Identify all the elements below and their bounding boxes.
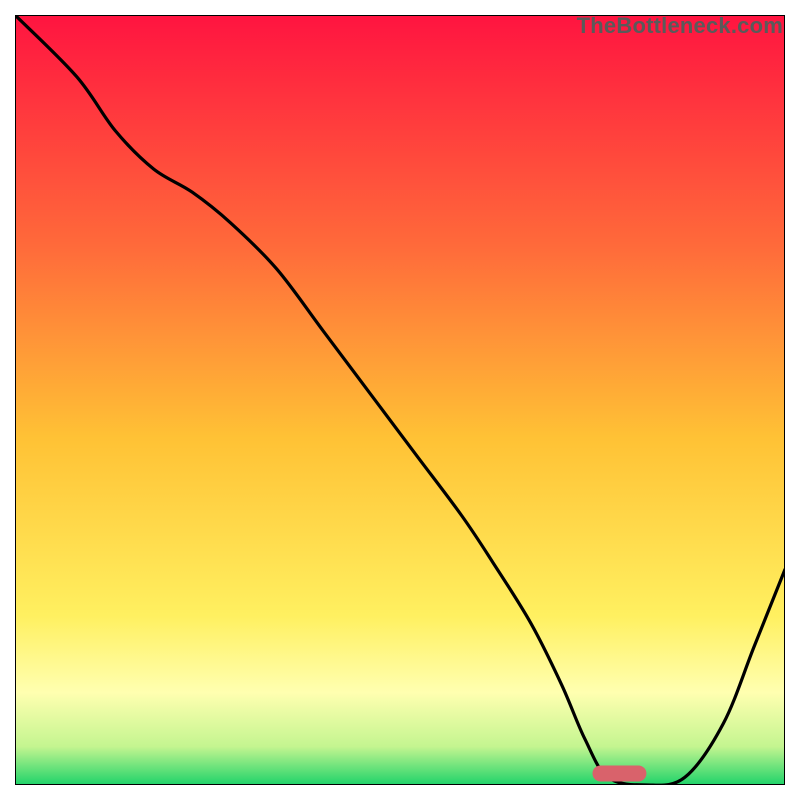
chart-frame: TheBottleneck.com (15, 15, 785, 785)
gradient-background (15, 15, 785, 785)
optimal-marker (593, 765, 647, 781)
watermark-text: TheBottleneck.com (577, 13, 783, 39)
chart-svg (15, 15, 785, 785)
